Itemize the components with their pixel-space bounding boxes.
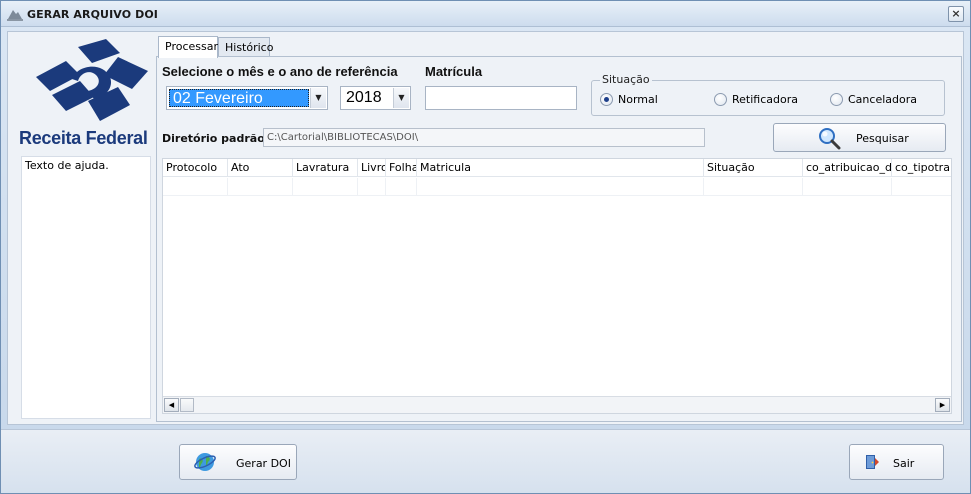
gerar-doi-button[interactable]: Gerar DOI — [179, 444, 297, 480]
col-situacao[interactable]: Situação — [704, 159, 803, 177]
col-co-tipotra[interactable]: co_tipotra — [892, 159, 951, 177]
processar-panel: Selecione o mês e o ano de referência 02… — [156, 56, 962, 422]
pesquisar-label: Pesquisar — [856, 132, 909, 145]
title-bar[interactable]: GERAR ARQUIVO DOI × — [1, 1, 970, 27]
gerar-doi-window: GERAR ARQUIVO DOI × Receita Federal Text… — [0, 0, 971, 494]
logo-text: Receita Federal — [19, 128, 148, 148]
matricula-label: Matrícula — [425, 64, 483, 79]
scroll-thumb[interactable] — [180, 398, 194, 412]
action-bar: Gerar DOI Sair — [1, 429, 970, 493]
radio-unselected-icon — [830, 93, 843, 106]
col-livro[interactable]: Livro — [358, 159, 386, 177]
main-area: Receita Federal Texto de ajuda. Processa… — [7, 31, 964, 425]
sair-button[interactable]: Sair — [849, 444, 944, 480]
col-ato[interactable]: Ato — [228, 159, 293, 177]
receita-federal-logo-icon — [36, 39, 148, 121]
col-folha[interactable]: Folha — [386, 159, 417, 177]
help-text-box: Texto de ajuda. — [21, 156, 151, 419]
close-button[interactable]: × — [948, 6, 964, 22]
app-icon — [7, 10, 23, 21]
radio-canceladora-label: Canceladora — [848, 93, 917, 106]
radio-retificadora-label: Retificadora — [732, 93, 798, 106]
col-co-atribuicao-doi[interactable]: co_atribuicao_doi — [803, 159, 892, 177]
situacao-group: Situação Normal Retificadora Canceladora — [591, 73, 945, 116]
sair-label: Sair — [893, 457, 915, 470]
tab-processar[interactable]: Processar — [158, 36, 218, 58]
year-select[interactable]: 2018 ▼ — [340, 86, 411, 110]
grid-header: Protocolo Ato Lavratura Livro Folha Matr… — [163, 159, 951, 177]
directory-path-field[interactable]: C:\Cartorial\BIBLIOTECAS\DOI\ — [263, 128, 705, 147]
directory-label: Diretório padrão — [162, 132, 265, 145]
magnifier-icon — [819, 128, 841, 150]
gerar-doi-label: Gerar DOI — [236, 457, 291, 470]
col-matricula[interactable]: Matricula — [417, 159, 704, 177]
globe-icon — [194, 453, 216, 471]
table-row[interactable] — [163, 178, 951, 196]
results-grid[interactable]: Protocolo Ato Lavratura Livro Folha Matr… — [162, 158, 952, 414]
scroll-left-icon[interactable]: ◀ — [164, 398, 179, 412]
window-title: GERAR ARQUIVO DOI — [27, 8, 158, 21]
situacao-legend: Situação — [600, 73, 652, 86]
exit-door-icon — [866, 455, 879, 469]
radio-normal-label: Normal — [618, 93, 658, 106]
month-value: 02 Fevereiro — [169, 89, 309, 107]
chevron-down-icon[interactable]: ▼ — [393, 88, 409, 108]
horizontal-scrollbar[interactable]: ◀ ▶ — [163, 396, 951, 413]
matricula-input[interactable] — [425, 86, 577, 110]
pesquisar-button[interactable]: Pesquisar — [773, 123, 946, 152]
chevron-down-icon[interactable]: ▼ — [310, 88, 326, 108]
tab-historico[interactable]: Histórico — [218, 37, 273, 57]
scroll-right-icon[interactable]: ▶ — [935, 398, 950, 412]
radio-unselected-icon — [714, 93, 727, 106]
col-lavratura[interactable]: Lavratura — [293, 159, 358, 177]
year-value: 2018 — [346, 89, 382, 106]
month-select[interactable]: 02 Fevereiro ▼ — [166, 86, 328, 110]
col-protocolo[interactable]: Protocolo — [163, 159, 228, 177]
radio-selected-icon — [600, 93, 613, 106]
period-label: Selecione o mês e o ano de referência — [162, 64, 398, 79]
